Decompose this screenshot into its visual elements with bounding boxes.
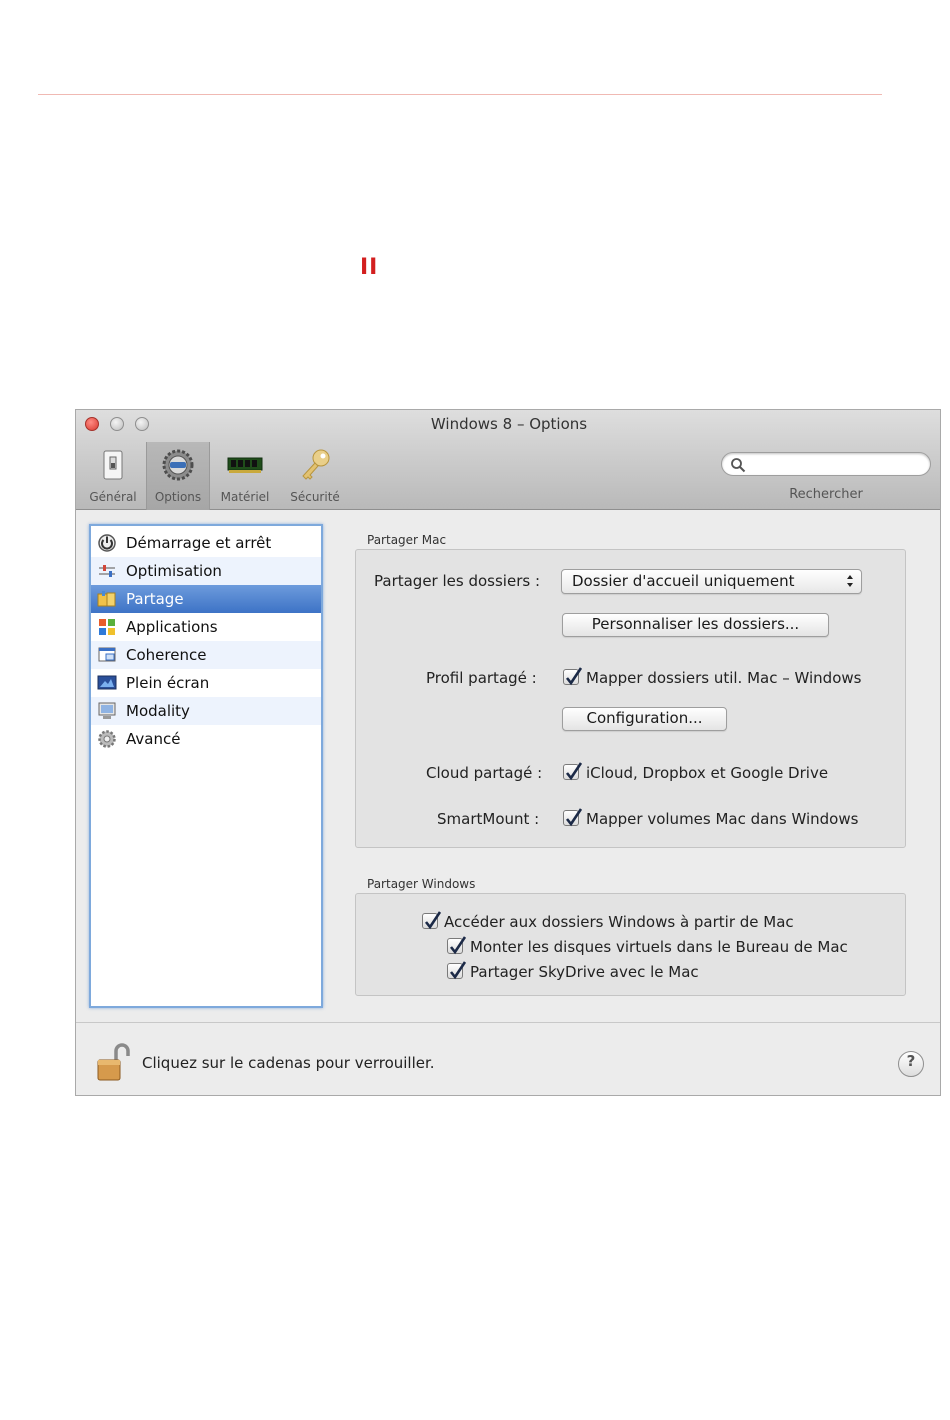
customize-folders-button[interactable]: Personnaliser les dossiers... <box>562 613 829 637</box>
shared-profile-checkbox[interactable] <box>563 667 583 686</box>
updown-arrows-icon <box>847 575 853 587</box>
toolbar-security[interactable]: Sécurité <box>280 442 350 510</box>
sidebar-item-startup-shutdown[interactable]: Démarrage et arrêt <box>91 529 321 557</box>
shared-profile-checkbox-label: Mapper dossiers util. Mac – Windows <box>586 669 862 687</box>
checkmark-icon <box>449 961 467 980</box>
smartmount-label: SmartMount : <box>437 810 540 828</box>
search-icon <box>731 458 746 473</box>
smartmount-checkbox[interactable] <box>563 808 583 827</box>
checkmark-icon <box>449 936 467 955</box>
mount-virtual-disks-label: Monter les disques virtuels dans le Bure… <box>470 938 848 956</box>
share-folders-label: Partager les dossiers : <box>374 572 540 590</box>
toolbar-options-label: Options <box>154 490 202 504</box>
toolbar-general-label: Général <box>89 490 137 504</box>
help-button[interactable]: ? <box>898 1051 924 1077</box>
gear-icon <box>162 449 194 481</box>
configuration-button[interactable]: Configuration... <box>562 707 727 731</box>
sidebar-item-label: Coherence <box>126 646 207 664</box>
sidebar-item-fullscreen[interactable]: Plein écran <box>91 669 321 697</box>
coherence-icon <box>98 647 116 662</box>
sliders-icon <box>99 565 115 577</box>
toolbar-security-label: Sécurité <box>290 490 340 504</box>
sidebar-item-label: Démarrage et arrêt <box>126 534 272 552</box>
power-icon <box>98 534 116 552</box>
shared-cloud-label: Cloud partagé : <box>426 764 543 782</box>
sidebar-item-label: Plein écran <box>126 674 210 692</box>
sidebar-list: Démarrage et arrêt Optimisation Partage <box>89 524 323 1008</box>
title-bar: Windows 8 – Options Général Options Maté… <box>76 410 940 510</box>
share-skydrive-label: Partager SkyDrive avec le Mac <box>470 963 699 981</box>
memory-chip-icon <box>227 457 263 473</box>
sidebar-item-label: Applications <box>126 618 218 636</box>
switch-icon <box>103 450 123 480</box>
applications-icon <box>99 619 115 635</box>
share-folders-value: Dossier d'accueil uniquement <box>572 572 795 590</box>
share-mac-title: Partager Mac <box>367 533 447 547</box>
checkmark-icon <box>565 667 583 686</box>
toolbar-general[interactable]: Général <box>82 442 144 510</box>
checkmark-icon <box>565 808 583 827</box>
sidebar-item-label: Partage <box>126 590 184 608</box>
search-input[interactable] <box>750 455 924 475</box>
access-windows-folders-checkbox[interactable] <box>422 911 442 930</box>
share-mac-group: Partager les dossiers : Dossier d'accuei… <box>355 549 906 848</box>
share-windows-title: Partager Windows <box>367 877 476 891</box>
window-title: Windows 8 – Options <box>430 415 588 433</box>
pause-mark: II <box>360 255 379 280</box>
toolbar-hardware-label: Matériel <box>220 490 270 504</box>
sidebar-item-coherence[interactable]: Coherence <box>91 641 321 669</box>
shared-cloud-checkbox[interactable] <box>563 762 583 781</box>
share-windows-group: Accéder aux dossiers Windows à partir de… <box>355 893 906 996</box>
search-field[interactable] <box>721 452 931 476</box>
sidebar-item-modality[interactable]: Modality <box>91 697 321 725</box>
sidebar-item-label: Optimisation <box>126 562 222 580</box>
advanced-gear-icon <box>98 730 116 748</box>
mount-virtual-disks-checkbox[interactable] <box>447 936 467 955</box>
modality-icon <box>98 702 116 719</box>
sidebar-item-advanced[interactable]: Avancé <box>91 725 321 753</box>
key-icon <box>302 449 330 480</box>
share-skydrive-checkbox[interactable] <box>447 961 467 980</box>
shared-cloud-checkbox-label: iCloud, Dropbox et Google Drive <box>586 764 829 782</box>
unlocked-padlock-icon[interactable] <box>96 1042 130 1082</box>
fullscreen-icon <box>97 675 117 690</box>
sidebar-item-applications[interactable]: Applications <box>91 613 321 641</box>
search-label: Rechercher <box>789 487 863 502</box>
checkmark-icon <box>565 762 583 781</box>
toolbar-options[interactable]: Options <box>146 442 210 510</box>
footer-divider <box>76 1022 940 1023</box>
sidebar-item-label: Modality <box>126 702 190 720</box>
checkmark-icon <box>424 911 442 930</box>
toolbar-hardware[interactable]: Matériel <box>212 442 278 510</box>
access-windows-folders-label: Accéder aux dossiers Windows à partir de… <box>444 913 794 931</box>
smartmount-checkbox-label: Mapper volumes Mac dans Windows <box>586 810 859 828</box>
sidebar-item-label: Avancé <box>126 730 181 748</box>
lock-instruction: Cliquez sur le cadenas pour verrouiller. <box>142 1054 435 1072</box>
shared-folder-icon <box>97 591 116 607</box>
sidebar-item-sharing[interactable]: Partage <box>91 585 321 613</box>
shared-profile-label: Profil partagé : <box>426 669 537 687</box>
sidebar-item-optimization[interactable]: Optimisation <box>91 557 321 585</box>
share-folders-popup[interactable]: Dossier d'accueil uniquement <box>561 569 862 594</box>
options-window: Windows 8 – Options Général Options Maté… <box>75 409 941 1096</box>
top-divider <box>38 94 882 95</box>
